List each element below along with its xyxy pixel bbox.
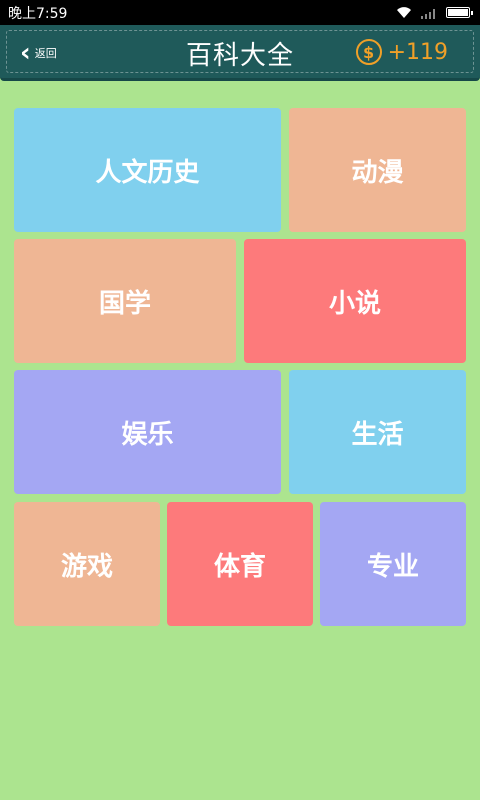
category-label: 专业 (366, 551, 419, 582)
category-label: 小说 (328, 288, 381, 319)
coin-icon: $ (355, 39, 382, 65)
battery-icon (446, 7, 473, 18)
status-icons (396, 6, 473, 19)
category-tile-professional[interactable]: 专业 (320, 502, 466, 626)
status-bar: 晚上7:59 (0, 0, 480, 25)
category-label: 体育 (213, 551, 266, 582)
category-tile-guoxue[interactable]: 国学 (14, 239, 236, 363)
category-tile-entertainment[interactable]: 娱乐 (14, 370, 281, 494)
category-tile-history[interactable]: 人文历史 (14, 108, 281, 232)
category-label: 娱乐 (121, 419, 174, 450)
category-label: 动漫 (351, 157, 404, 188)
category-tile-anime[interactable]: 动漫 (289, 108, 466, 232)
category-label: 国学 (98, 288, 151, 319)
category-label: 生活 (351, 419, 404, 450)
category-tile-life[interactable]: 生活 (289, 370, 466, 494)
category-tile-sports[interactable]: 体育 (167, 502, 313, 626)
status-time: 晚上7:59 (8, 5, 68, 22)
coin-count: +119 (387, 39, 448, 65)
wifi-icon (397, 6, 411, 18)
signal-icon (421, 8, 435, 19)
category-tile-novel[interactable]: 小说 (244, 239, 466, 363)
category-label: 游戏 (60, 551, 113, 582)
coin-balance: $ +119 (355, 39, 448, 65)
category-label: 人文历史 (95, 157, 200, 188)
category-tile-games[interactable]: 游戏 (14, 502, 160, 626)
header-bar: ‹ 返回 百科大全 $ +119 (0, 25, 480, 81)
